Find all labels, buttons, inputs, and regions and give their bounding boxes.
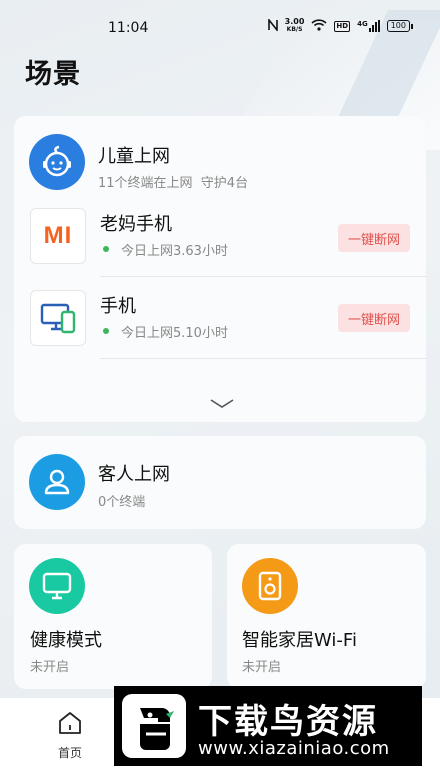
smart-home-title: 智能家居Wi-Fi [242,630,357,651]
status-bar: 11:04 3.00 KB/S HD 4G 100 [0,0,440,50]
status-time: 11:04 [108,20,149,36]
device-name: 手机 [100,296,136,317]
disconnect-button[interactable]: 一键断网 [338,224,410,252]
speaker-icon [242,558,298,614]
smart-home-wifi-card[interactable]: 智能家居Wi-Fi 未开启 [227,544,426,689]
online-dot [103,246,109,252]
user-icon [29,454,85,510]
health-mode-card[interactable]: 健康模式 未开启 [14,544,212,689]
devices-icon [30,290,86,346]
expand-chevron-icon[interactable] [210,394,234,413]
guest-internet-card[interactable]: 客人上网 0个终端 [14,436,426,529]
net-speed: 3.00 KB/S [285,18,305,34]
hd-badge: HD [334,20,351,32]
device-name: 老妈手机 [100,214,172,235]
kids-internet-card[interactable]: 儿童上网 11个终端在上网 守护4台 MI 老妈手机 今日上网3.63小时 一键… [14,116,426,422]
online-dot [103,328,109,334]
net-speed-unit: KB/S [286,26,303,33]
bird-logo-icon [122,694,186,758]
nfc-icon [267,17,278,34]
guest-title: 客人上网 [98,464,170,485]
home-icon [57,712,83,740]
divider [100,358,426,359]
kids-title: 儿童上网 [98,146,170,167]
nav-home-label: 首页 [57,746,82,760]
child-face-icon [29,134,85,190]
device-usage: 今日上网5.10小时 [121,326,228,341]
mi-logo-icon: MI [30,208,86,264]
nav-home[interactable]: 首页 [48,710,92,761]
divider [100,276,426,277]
net-speed-value: 3.00 [284,17,305,26]
watermark-banner: 下载鸟资源 www.xiazainiao.com [114,686,422,766]
watermark-title: 下载鸟资源 [198,702,378,742]
health-status: 未开启 [30,660,70,675]
device-usage: 今日上网3.63小时 [121,244,228,259]
disconnect-button[interactable]: 一键断网 [338,304,410,332]
mi-logo-text: MI [43,222,73,249]
signal-icon: 4G [357,20,380,32]
network-type: 4G [357,20,368,28]
kids-subtitle: 11个终端在上网 守护4台 [98,176,249,191]
watermark-url: www.xiazainiao.com [198,738,390,759]
guest-subtitle: 0个终端 [98,495,146,510]
page-title: 场景 [25,59,81,90]
smart-home-status: 未开启 [242,660,282,675]
health-title: 健康模式 [30,630,102,651]
battery-icon: 100 [386,20,414,32]
monitor-icon [29,558,85,614]
wifi-icon [311,18,327,34]
